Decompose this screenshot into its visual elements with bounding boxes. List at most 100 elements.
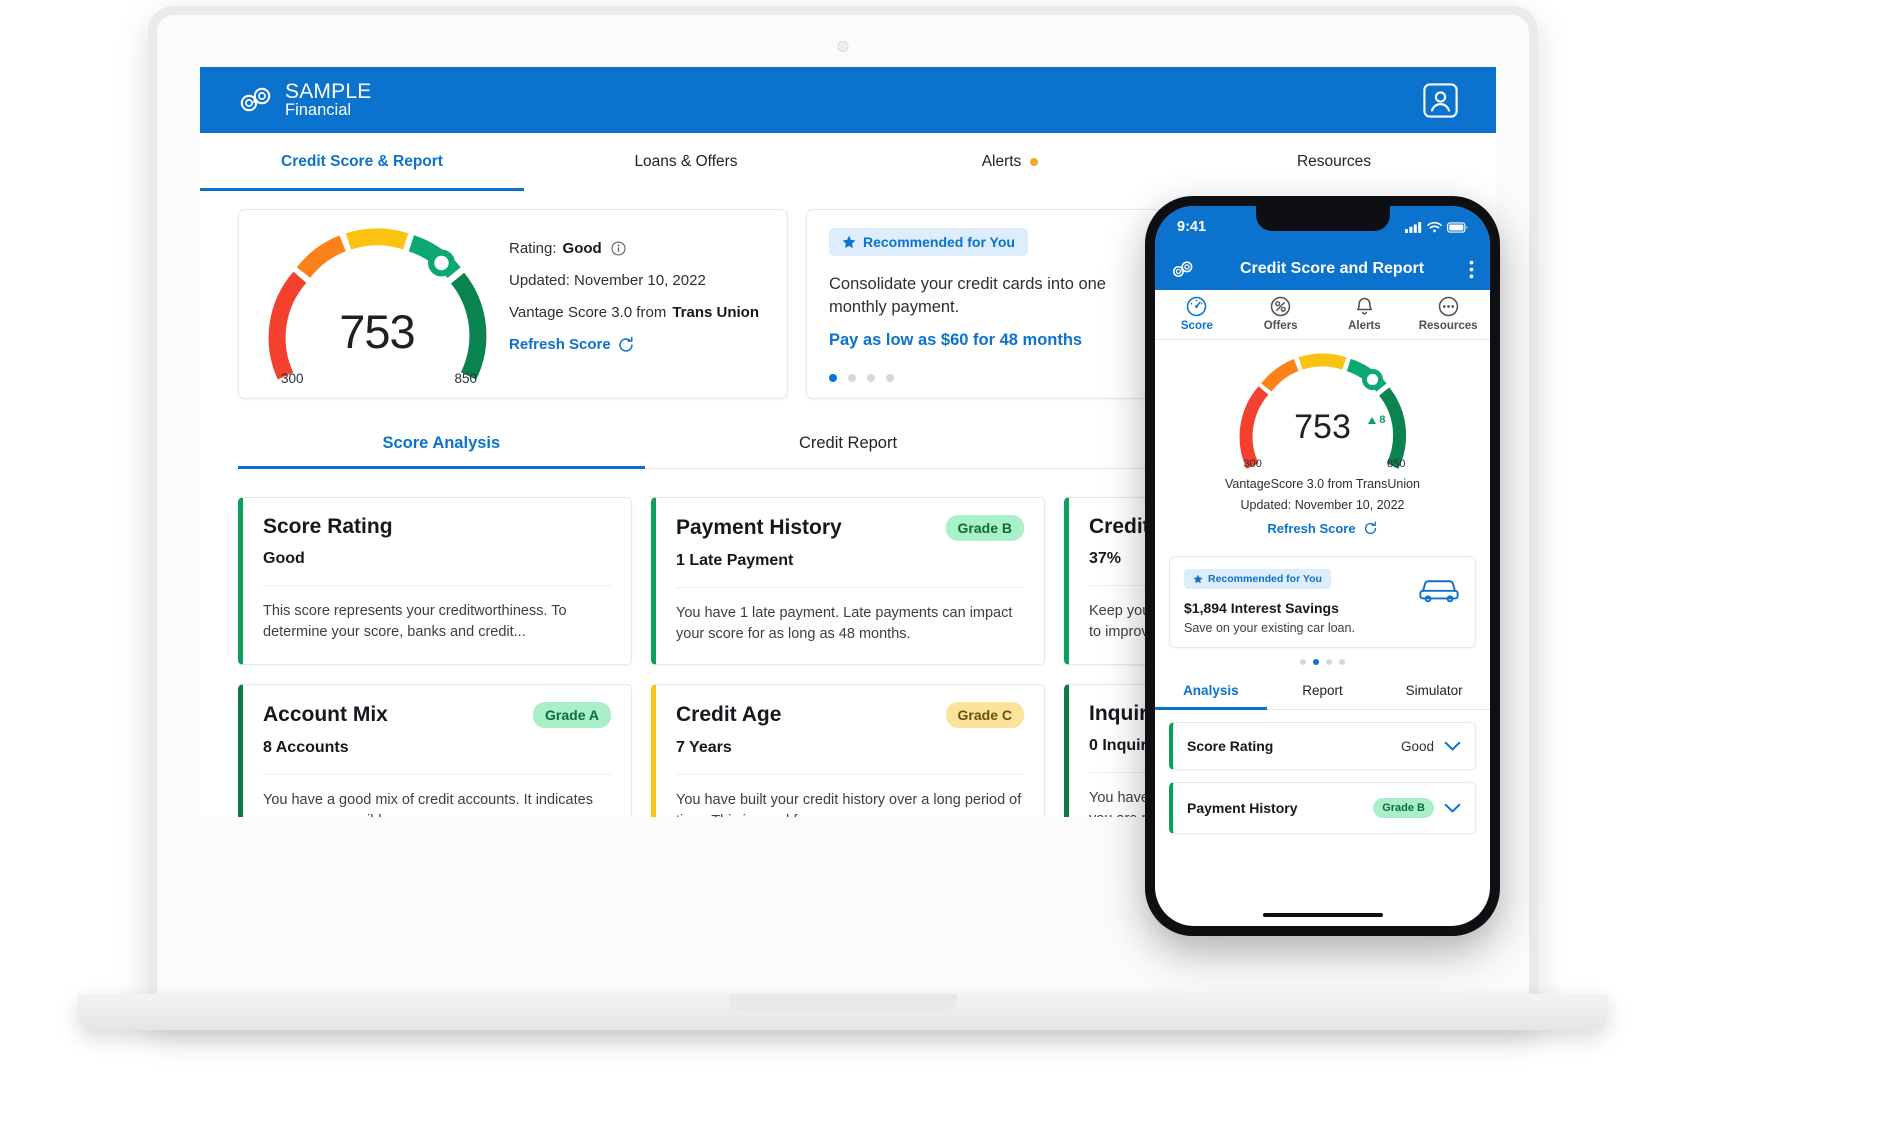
card-value: Good: [263, 550, 305, 567]
card-description: You have built your credit history over …: [676, 791, 1022, 817]
tab-label: Resources: [1296, 153, 1372, 170]
star-icon: [842, 235, 856, 248]
row-value: Good: [1400, 738, 1434, 754]
carousel-dot-3[interactable]: [867, 374, 875, 382]
phone-tab-analysis[interactable]: Analysis: [1155, 674, 1267, 710]
phone-offer-card[interactable]: Recommended for You $1,894 Interest Savi…: [1169, 556, 1476, 648]
analysis-card-score-rating[interactable]: Score Rating Good This score represents …: [238, 497, 632, 665]
phone-screen: 9:41 Credit Score and Report Score Offer…: [1155, 206, 1490, 926]
gauge-max-label: 850: [1387, 458, 1406, 470]
wifi-icon: [1427, 221, 1442, 233]
grade-badge: Grade C: [945, 701, 1024, 728]
phone-refresh-score-button[interactable]: Refresh Score: [1267, 521, 1377, 536]
phone-tab-simulator[interactable]: Simulator: [1378, 674, 1490, 709]
phone-score-section: 753 8 300 850 VantageScore 3.0 from Tran…: [1155, 340, 1490, 546]
bell-icon: [1356, 297, 1372, 315]
nav-item-alerts[interactable]: Alerts: [1323, 296, 1407, 332]
refresh-score-button[interactable]: Refresh Score: [509, 336, 759, 354]
tab-credit-score-report[interactable]: Credit Score & Report: [200, 133, 524, 191]
tab-label: Analysis: [1183, 683, 1239, 698]
card-divider: [263, 585, 611, 586]
carousel-dot-2[interactable]: [1313, 659, 1319, 665]
grade-badge: Grade A: [533, 701, 611, 728]
offer-description: Consolidate your credit cards into one m…: [829, 275, 1106, 317]
carousel-dot-4[interactable]: [886, 374, 894, 382]
phone-bottom-nav: Score Offers Alerts Resources: [1155, 290, 1490, 340]
carousel-dot-4[interactable]: [1339, 659, 1345, 665]
bureau-line: Vantage Score 3.0 from Trans Union: [509, 304, 759, 321]
nav-item-score[interactable]: Score: [1155, 296, 1239, 332]
carousel-dot-1[interactable]: [1300, 659, 1306, 665]
percent-circle-icon: [1270, 296, 1291, 317]
refresh-score-label: Refresh Score: [1267, 521, 1356, 536]
nav-item-offers[interactable]: Offers: [1239, 296, 1323, 332]
nav-label: Alerts: [1348, 320, 1381, 332]
tab-label: Credit Report: [798, 434, 898, 452]
screenshot-stage: SAMPLE Financial Credit Score & Report L…: [0, 0, 1882, 1134]
analysis-card-payment-history[interactable]: Payment History Grade B 1 Late Payment Y…: [651, 497, 1045, 665]
info-circle-icon[interactable]: [611, 240, 626, 256]
carousel-dot-2[interactable]: [848, 374, 856, 382]
tab-label: Loans & Offers: [634, 153, 738, 170]
score-delta: 8: [1368, 414, 1386, 426]
phone-carousel-dots: [1155, 659, 1490, 665]
brand-logo[interactable]: SAMPLE Financial: [238, 80, 371, 120]
phone-notch: [1255, 206, 1390, 231]
recommended-badge: Recommended for You: [1184, 569, 1331, 589]
nav-label: Offers: [1263, 320, 1298, 332]
card-title: Account Mix: [263, 702, 388, 726]
phone-tab-report[interactable]: Report: [1267, 674, 1379, 709]
score-delta-value: 8: [1379, 414, 1386, 426]
tab-alerts[interactable]: Alerts: [848, 133, 1172, 191]
phone-row-score-rating[interactable]: Score Rating Good: [1169, 722, 1476, 770]
battery-icon: [1447, 221, 1468, 233]
tab-credit-report[interactable]: Credit Report: [645, 421, 1052, 468]
phone-bureau-line: VantageScore 3.0 from TransUnion: [1224, 477, 1420, 491]
cellular-signal-icon: [1405, 222, 1422, 233]
recommended-badge-label: Recommended for You: [863, 234, 1015, 250]
carousel-dot-3[interactable]: [1326, 659, 1332, 665]
phone-row-payment-history[interactable]: Payment History Grade B: [1169, 782, 1476, 834]
user-avatar-button[interactable]: [1423, 82, 1458, 118]
tab-loans-offers[interactable]: Loans & Offers: [524, 133, 848, 191]
tab-score-analysis[interactable]: Score Analysis: [238, 421, 645, 469]
card-description: You have 1 late payment. Late payments c…: [676, 605, 1013, 643]
tab-label: Report: [1302, 683, 1343, 698]
credit-score-card: 753 300 850 Rating: Good Updated: Novemb…: [238, 209, 788, 399]
rating-value: Good: [562, 239, 602, 257]
card-title: Score Rating: [263, 515, 393, 538]
credit-score-gauge: 753 300 850: [261, 224, 493, 386]
offer-description: Save on your existing car loan.: [1184, 621, 1355, 635]
row-title: Payment History: [1187, 800, 1298, 816]
phone-home-indicator: [1262, 912, 1383, 917]
updated-date: Updated: November 10, 2022: [509, 271, 706, 289]
score-meta: Rating: Good Updated: November 10, 2022: [509, 240, 759, 369]
rating-line: Rating: Good: [509, 240, 759, 257]
chevron-down-icon[interactable]: [1444, 803, 1461, 814]
phone-app-bar: Credit Score and Report: [1155, 248, 1490, 290]
nav-item-resources[interactable]: Resources: [1406, 296, 1490, 332]
card-title: Payment History: [676, 516, 842, 539]
laptop-camera-icon: [837, 41, 849, 52]
refresh-icon: [1364, 521, 1376, 535]
primary-tab-bar: Credit Score & Report Loans & Offers Ale…: [200, 133, 1496, 191]
alerts-notification-dot: [1030, 158, 1039, 166]
star-icon: [1193, 574, 1203, 584]
credit-score-value: 753: [339, 305, 415, 358]
car-icon: [1419, 580, 1459, 603]
status-icons: [1405, 221, 1468, 233]
offer-title: $1,894 Interest Savings: [1184, 600, 1339, 616]
chevron-down-icon[interactable]: [1444, 741, 1461, 752]
phone-updated-date: Updated: November 10, 2022: [1240, 498, 1405, 512]
bureau-prefix: Vantage Score 3.0 from: [509, 303, 667, 321]
kebab-menu-icon[interactable]: [1469, 260, 1474, 279]
refresh-score-label: Refresh Score: [509, 336, 611, 353]
tab-label: Score Analysis: [382, 434, 501, 452]
analysis-card-account-mix[interactable]: Account Mix Grade A 8 Accounts You have …: [238, 683, 632, 817]
card-description: This score represents your creditworthin…: [263, 603, 567, 641]
infinity-logo-icon[interactable]: [1171, 260, 1195, 278]
nav-label: Resources: [1418, 320, 1478, 332]
analysis-card-credit-age[interactable]: Credit Age Grade C 7 Years You have buil…: [651, 683, 1045, 817]
tab-resources[interactable]: Resources: [1172, 133, 1496, 191]
carousel-dot-1[interactable]: [829, 374, 837, 382]
